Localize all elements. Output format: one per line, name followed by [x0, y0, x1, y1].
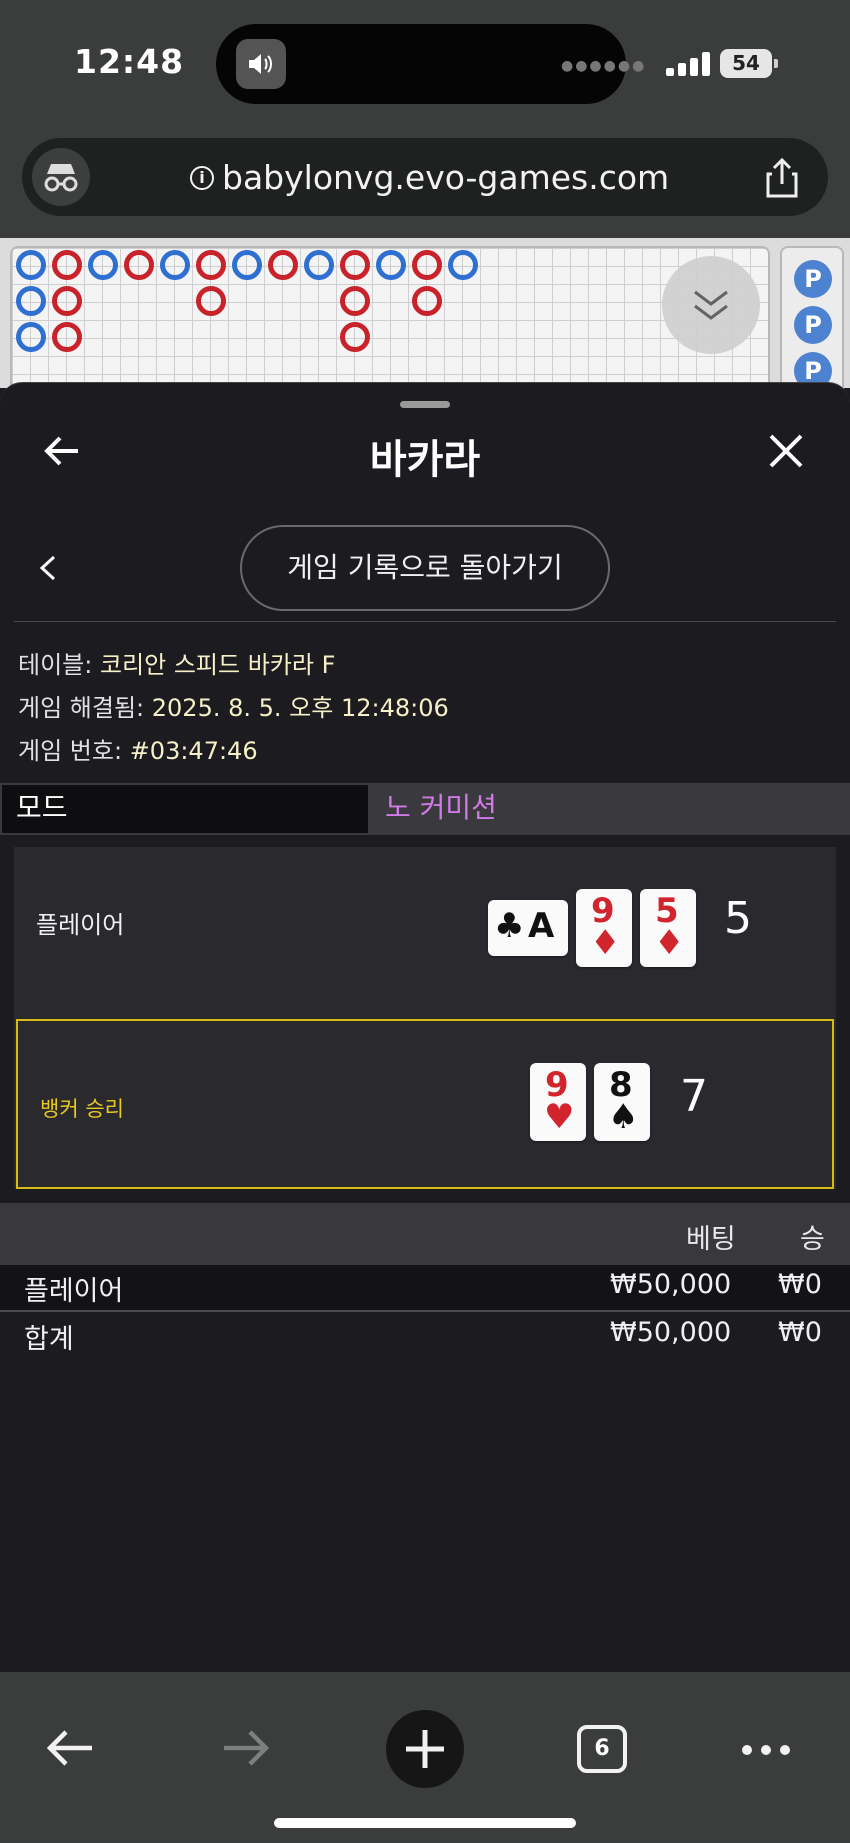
player-chip-icon: P	[794, 260, 832, 298]
bet-row-win: ₩0	[778, 1269, 822, 1300]
win-column-header: 승	[800, 1224, 825, 1255]
player-bead	[16, 286, 46, 316]
banker-score: 7	[680, 1071, 708, 1122]
mode-value: 노 커미션	[385, 791, 497, 824]
banker-bead	[196, 250, 226, 280]
table-info: 테이블: 코리안 스피드 바카라 F	[18, 645, 335, 680]
card-suit-icon: ♣	[494, 906, 525, 946]
tabs-button[interactable]: 6	[577, 1725, 627, 1773]
status-bar: 12:48 ●●●●●● 54	[0, 0, 850, 128]
card-suit-icon: ♠	[608, 1097, 639, 1137]
game-number-info: 게임 번호: #03:47:46	[18, 731, 258, 766]
dynamic-island: ●●●●●●	[216, 24, 644, 104]
resolved-label: 게임 해결됨:	[18, 694, 145, 722]
new-tab-button[interactable]	[386, 1710, 464, 1788]
banker-win-highlight: 뱅커 승리 9 ♥ 8 ♠ 7	[16, 1019, 834, 1189]
player-bead	[376, 250, 406, 280]
banker-hand-label: 뱅커 승리	[40, 1097, 124, 1121]
playing-card: A ♣	[488, 900, 568, 956]
divider	[14, 621, 836, 622]
player-bead	[16, 250, 46, 280]
back-icon[interactable]	[44, 1726, 96, 1774]
banker-bead	[412, 286, 442, 316]
forward-icon[interactable]	[220, 1726, 272, 1774]
collapse-button[interactable]	[662, 256, 760, 354]
resolved-info: 게임 해결됨: 2025. 8. 5. 오후 12:48:06	[18, 688, 449, 723]
playing-card: 5 ♦	[640, 889, 696, 967]
player-score: 5	[724, 893, 752, 944]
card-suit-icon: ♦	[590, 923, 621, 963]
player-bead	[232, 250, 262, 280]
total-win-amount: ₩0	[778, 1317, 822, 1348]
url-text: babylonvg.evo-games.com	[222, 158, 670, 197]
more-icon[interactable]	[740, 1742, 792, 1761]
card-suit-icon: ♥	[544, 1097, 575, 1137]
url-field[interactable]: i babylonvg.evo-games.com	[22, 138, 828, 216]
bead-road-grid	[10, 246, 770, 396]
browser-address-bar: i babylonvg.evo-games.com	[0, 128, 850, 238]
battery-icon: 54	[720, 49, 778, 78]
share-icon[interactable]	[762, 156, 802, 198]
bet-row-label: 플레이어	[24, 1276, 124, 1307]
island-dots-icon: ●●●●●●	[561, 58, 647, 74]
player-bead	[304, 250, 334, 280]
status-time: 12:48	[74, 42, 185, 81]
player-chip-icon: P	[794, 306, 832, 344]
player-bead	[160, 250, 190, 280]
table-value: 코리안 스피드 바카라 F	[99, 651, 336, 679]
round-result: 플레이어 A ♣ 9 ♦ 5 ♦ 5 뱅커 승리 9 ♥ 8 ♠ 7	[14, 847, 836, 1189]
browser-toolbar: 6	[0, 1672, 850, 1843]
player-bead	[88, 250, 118, 280]
playing-card: 9 ♦	[576, 889, 632, 967]
banker-bead	[268, 250, 298, 280]
playing-card: 9 ♥	[530, 1063, 586, 1141]
cellular-signal-icon	[666, 52, 710, 76]
info-icon: i	[190, 165, 214, 190]
bead-road-background: P P P	[0, 238, 850, 396]
back-to-history-button[interactable]: 게임 기록으로 돌아가기	[240, 525, 610, 611]
player-hand-label: 플레이어	[36, 911, 125, 939]
bet-row-amount: ₩50,000	[610, 1269, 732, 1300]
home-indicator	[274, 1818, 576, 1828]
game-number-label: 게임 번호:	[18, 737, 123, 765]
sheet-title: 바카라	[369, 437, 481, 483]
card-rank: A	[528, 906, 555, 946]
incognito-icon[interactable]	[32, 148, 90, 206]
speaker-icon	[236, 39, 286, 89]
banker-bead	[340, 322, 370, 352]
resolved-value: 2025. 8. 5. 오후 12:48:06	[151, 694, 449, 722]
bet-column-header: 베팅	[686, 1224, 736, 1255]
playing-card: 8 ♠	[594, 1063, 650, 1141]
bets-table-row: 플레이어 ₩50,000 ₩0	[0, 1265, 850, 1311]
game-detail-sheet: 바카라 게임 기록으로 돌아가기 테이블: 코리안 스피드 바카라 F 게임 해…	[0, 382, 850, 1672]
total-label: 합계	[24, 1324, 74, 1355]
bets-total-row: 합계 ₩50,000 ₩0	[0, 1313, 850, 1359]
banker-bead	[412, 250, 442, 280]
divider	[0, 1310, 850, 1312]
url-display[interactable]: i babylonvg.evo-games.com	[190, 158, 669, 197]
player-bead	[448, 250, 478, 280]
chevron-left-icon[interactable]	[36, 553, 60, 583]
banker-bead	[52, 250, 82, 280]
game-number-value: #03:47:46	[129, 737, 258, 765]
table-label: 테이블:	[18, 651, 93, 679]
banker-bead	[124, 250, 154, 280]
banker-bead	[196, 286, 226, 316]
total-bet-amount: ₩50,000	[610, 1317, 732, 1348]
player-bead	[16, 322, 46, 352]
side-road-column: P P P	[780, 246, 844, 396]
sheet-drag-handle[interactable]	[400, 401, 450, 408]
banker-bead	[52, 322, 82, 352]
banker-bead	[340, 250, 370, 280]
banker-bead	[52, 286, 82, 316]
mode-label: 모드	[2, 785, 368, 833]
plus-icon	[406, 1730, 444, 1768]
close-icon[interactable]	[766, 431, 806, 471]
bets-table-header: 베팅 승	[0, 1203, 850, 1265]
mode-row: 모드 노 커미션	[0, 783, 850, 835]
banker-bead	[340, 286, 370, 316]
card-suit-icon: ♦	[654, 923, 685, 963]
